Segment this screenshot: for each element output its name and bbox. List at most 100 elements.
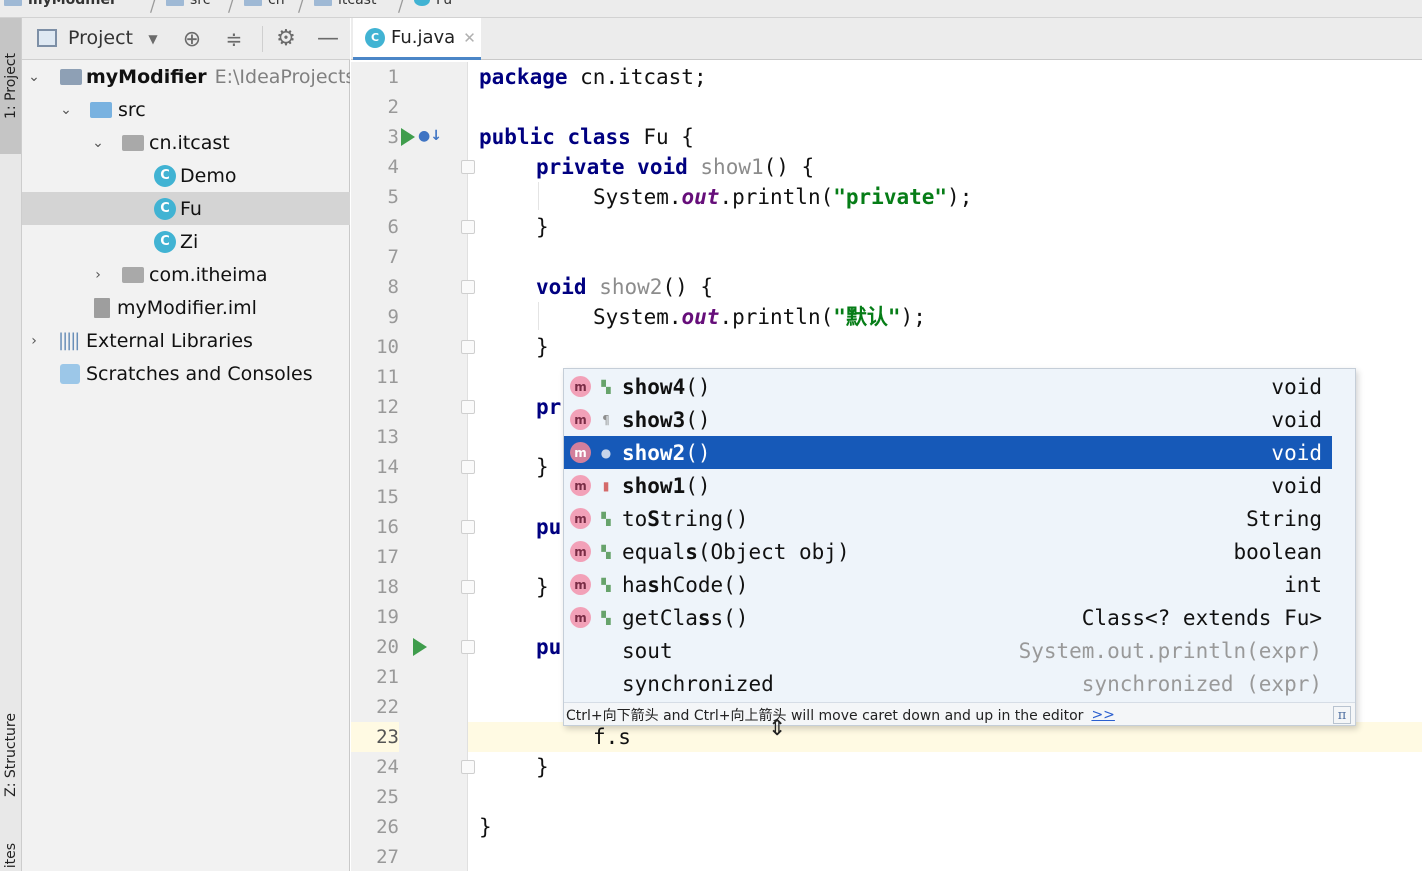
completion-item[interactable]: m ▚ toString() String xyxy=(564,502,1332,535)
tree-item-com-itheima[interactable]: › com.itheima xyxy=(22,258,350,291)
fold-marker-icon[interactable] xyxy=(461,460,475,474)
fold-marker-icon[interactable] xyxy=(461,580,475,594)
breadcrumb-itcast[interactable]: itcast xyxy=(314,0,376,8)
tree-item-iml[interactable]: myModifier.iml xyxy=(22,291,350,324)
hide-panel-icon[interactable]: — xyxy=(316,26,340,51)
fold-marker-icon[interactable] xyxy=(461,160,475,174)
tree-item-path: E:\IdeaProjects\ xyxy=(214,65,350,88)
project-view-icon xyxy=(36,28,58,48)
breadcrumb-cn[interactable]: cn xyxy=(244,0,285,8)
tree-item-cn-itcast[interactable]: ⌄ cn.itcast xyxy=(22,126,350,159)
fold-marker-icon[interactable] xyxy=(461,520,475,534)
chevron-down-icon[interactable]: ▼ xyxy=(146,29,160,49)
line-number: 4 xyxy=(387,156,399,178)
libraries-icon: ||||| xyxy=(58,330,80,351)
locate-file-icon[interactable]: ⊕ xyxy=(180,27,204,52)
fold-marker-icon[interactable] xyxy=(461,760,475,774)
line-number: 9 xyxy=(387,306,399,328)
line-number: 17 xyxy=(376,546,399,568)
line-number: 27 xyxy=(376,846,399,868)
source-folder-icon xyxy=(90,101,112,118)
close-icon[interactable]: ✕ xyxy=(463,29,476,47)
tree-item-zi[interactable]: C Zi xyxy=(22,225,350,258)
public-visibility-icon: ▚ xyxy=(601,577,611,592)
left-tool-stripe: 1: Project Z: Structure ites xyxy=(0,18,22,871)
method-icon: m xyxy=(570,442,591,463)
completion-item[interactable]: m ▚ equals(Object obj) boolean xyxy=(564,535,1332,568)
public-visibility-icon: ▚ xyxy=(601,379,611,394)
hint-more-link[interactable]: >> xyxy=(1091,707,1114,723)
editor-tab-bar: C Fu.java ✕ xyxy=(351,18,1422,60)
gear-icon[interactable]: ⚙ xyxy=(274,26,298,51)
tree-item-scratches[interactable]: Scratches and Consoles xyxy=(22,357,350,390)
indent-guide xyxy=(538,302,539,330)
breadcrumb-fu[interactable]: Fu xyxy=(414,0,452,8)
collapse-all-icon[interactable]: ≑ xyxy=(222,27,246,51)
completion-item[interactable]: m ▚ getClass() Class<? extends Fu> xyxy=(564,601,1332,634)
project-view-selector[interactable]: Project xyxy=(68,27,133,49)
tree-item-external-libraries[interactable]: › ||||| External Libraries xyxy=(22,324,350,357)
fold-marker-icon[interactable] xyxy=(461,640,475,654)
line-number: 11 xyxy=(376,366,399,388)
hint-text: Ctrl+向下箭头 and Ctrl+向上箭头 will move caret … xyxy=(566,707,1084,724)
fold-marker-icon[interactable] xyxy=(461,280,475,294)
lock-icon: ▮ xyxy=(602,478,610,493)
fold-marker-icon[interactable] xyxy=(461,220,475,234)
fold-marker-icon[interactable] xyxy=(461,340,475,354)
hierarchy-icon[interactable]: ●↓ xyxy=(418,126,442,146)
chevron-down-icon[interactable]: ⌄ xyxy=(26,69,42,85)
code-line-24: } xyxy=(536,755,549,779)
code-line-16: pu xyxy=(536,515,562,539)
code-line-4: private void show1() { xyxy=(536,155,815,179)
indent-guide xyxy=(538,182,539,210)
tree-item-demo[interactable]: C Demo xyxy=(22,159,350,192)
java-class-icon: C xyxy=(365,27,385,48)
line-number: 16 xyxy=(376,516,399,538)
tree-item-src[interactable]: ⌄ src xyxy=(22,93,350,126)
project-tool-button[interactable]: 1: Project xyxy=(0,18,21,154)
java-class-icon: C xyxy=(154,197,176,220)
public-visibility-icon: ▚ xyxy=(601,544,611,559)
tree-item-fu[interactable]: C Fu xyxy=(22,192,350,225)
completion-item[interactable]: m ¶ show3() void xyxy=(564,403,1332,436)
completion-item-selected[interactable]: m ● show2() void xyxy=(564,436,1332,469)
completion-item[interactable]: m ▚ show4() void xyxy=(564,370,1332,403)
method-icon: m xyxy=(570,574,591,595)
tree-item-mymodifier[interactable]: ⌄ myModifier E:\IdeaProjects\ xyxy=(22,60,350,93)
completion-item-template[interactable]: synchronized synchronized (expr) xyxy=(564,667,1332,700)
line-number: 8 xyxy=(387,276,399,298)
method-icon: m xyxy=(570,376,591,397)
line-number: 3 xyxy=(387,126,399,148)
fold-marker-icon[interactable] xyxy=(461,400,475,414)
line-number: 22 xyxy=(376,696,399,718)
chevron-right-icon[interactable]: › xyxy=(90,267,106,283)
structure-tool-button[interactable]: Z: Structure xyxy=(0,680,21,830)
tree-item-label: myModifier.iml xyxy=(117,296,257,319)
chevron-down-icon[interactable]: ⌄ xyxy=(58,102,74,118)
run-class-icon[interactable] xyxy=(401,128,415,146)
chevron-right-icon[interactable]: › xyxy=(26,333,42,349)
line-number: 2 xyxy=(387,96,399,118)
favorites-tool-button[interactable]: ites xyxy=(0,836,21,871)
mouse-cursor-icon: ⇕ xyxy=(768,716,787,741)
completion-item[interactable]: m ▚ hashCode() int xyxy=(564,568,1332,601)
completion-item[interactable]: m ▮ show1() void xyxy=(564,469,1332,502)
run-main-icon[interactable] xyxy=(413,638,427,656)
completion-item-template[interactable]: sout System.out.println(expr) xyxy=(564,634,1332,667)
method-icon: m xyxy=(570,475,591,496)
package-folder-icon xyxy=(122,134,144,151)
code-line-20: pu xyxy=(536,635,562,659)
tab-fu-java[interactable]: C Fu.java ✕ xyxy=(353,18,481,60)
code-line-23[interactable]: f.s xyxy=(593,722,631,752)
breadcrumb-src[interactable]: src xyxy=(166,0,210,8)
tree-item-label: myModifier xyxy=(86,65,207,88)
code-line-10: } xyxy=(536,335,549,359)
line-number: 18 xyxy=(376,576,399,598)
chevron-down-icon[interactable]: ⌄ xyxy=(90,135,106,151)
breadcrumb-project[interactable]: myModifier xyxy=(4,0,117,8)
folder-icon xyxy=(244,0,262,6)
folder-icon xyxy=(166,0,184,6)
tab-title: Fu.java xyxy=(391,27,456,48)
pi-icon[interactable]: π xyxy=(1333,706,1351,724)
tree-item-label: Scratches and Consoles xyxy=(86,362,313,385)
